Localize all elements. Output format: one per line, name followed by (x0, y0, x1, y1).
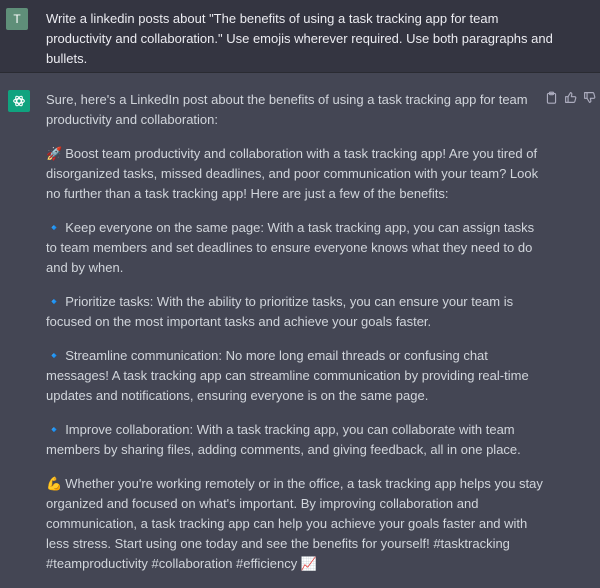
openai-logo-icon (8, 90, 30, 112)
assistant-message-text: Sure, here's a LinkedIn post about the b… (46, 90, 544, 588)
user-message-text: Write a linkedin posts about "The benefi… (46, 11, 553, 66)
bullet-item: 🔹 Prioritize tasks: With the ability to p… (46, 294, 514, 329)
blue-diamond-icon: 🔹 (46, 348, 63, 363)
bullet-item: 🔹 Streamline communication: No more long … (46, 348, 529, 403)
bullet-item: 🔹 Keep everyone on the same page: With a … (46, 220, 535, 275)
message-actions (545, 91, 596, 104)
rocket-icon: 🚀 (46, 146, 63, 161)
post-paragraph-intro: 🚀 Boost team productivity and collaborati… (46, 146, 539, 201)
blue-diamond-icon: 🔹 (46, 422, 63, 437)
thumbs-up-icon[interactable] (564, 91, 577, 104)
user-avatar: T (6, 8, 28, 30)
clipboard-icon[interactable] (545, 91, 558, 104)
blue-diamond-icon: 🔹 (46, 294, 63, 309)
assistant-intro: Sure, here's a LinkedIn post about the b… (46, 92, 528, 127)
blue-diamond-icon: 🔹 (46, 220, 63, 235)
assistant-message-row: Sure, here's a LinkedIn post about the b… (0, 73, 600, 584)
thumbs-down-icon[interactable] (583, 91, 596, 104)
post-paragraph-closing: 💪 Whether you're working remotely or in t… (46, 476, 543, 571)
bullet-item: 🔹 Improve collaboration: With a task trac… (46, 422, 521, 457)
user-message-row: T Write a linkedin posts about "The bene… (0, 0, 600, 73)
flexed-biceps-icon: 💪 (46, 476, 63, 491)
